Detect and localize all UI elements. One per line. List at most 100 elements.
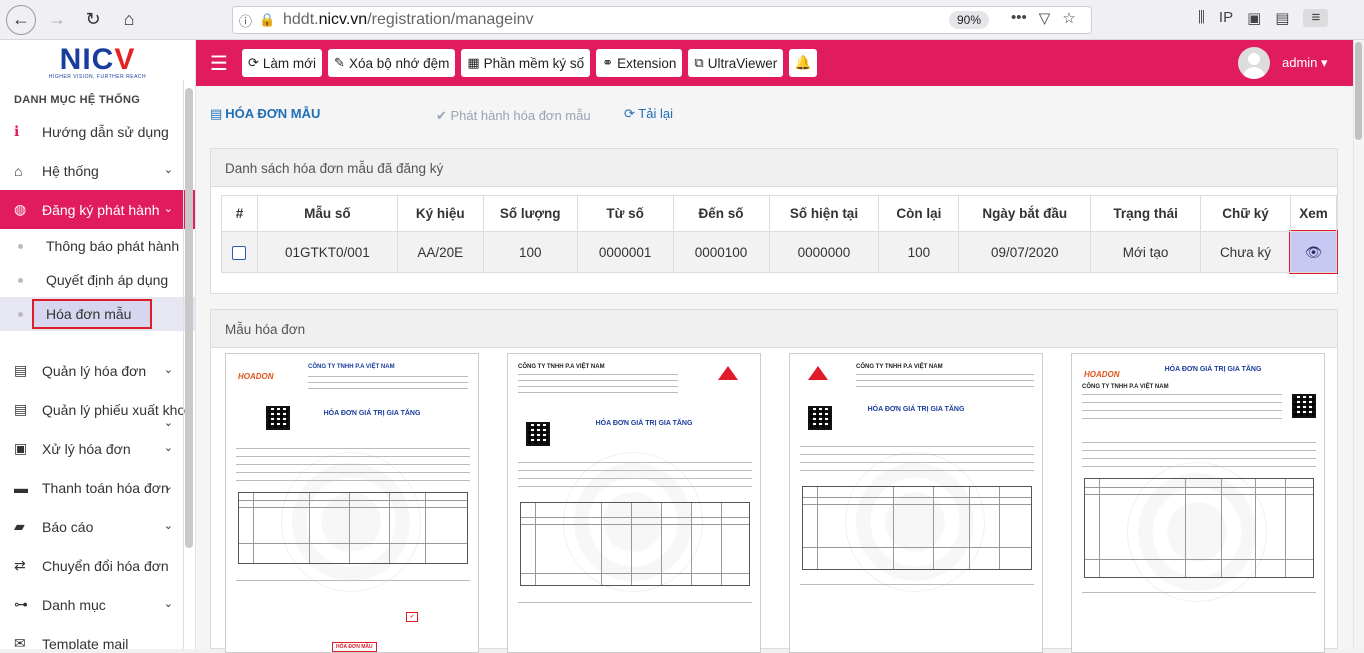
chevron-down-icon: ⌄ (163, 417, 173, 429)
cell-chu-ky: Chưa ký (1200, 231, 1291, 273)
cell-so-luong: 100 (482, 231, 578, 273)
cell-ky-hieu: AA/20E (396, 231, 484, 273)
chevron-down-icon: ⌄ (163, 520, 173, 532)
broom-icon: ✎ (334, 55, 345, 70)
col-header: Từ số (576, 195, 674, 232)
url-text: hddt.nicv.vn/registration/manageinv (283, 11, 534, 28)
bookmark-star-icon[interactable]: ☆ (1062, 9, 1075, 27)
row-checkbox[interactable] (232, 245, 247, 260)
avatar[interactable] (1238, 47, 1270, 79)
eye-icon[interactable]: 👁 (1288, 230, 1338, 274)
row-select[interactable] (221, 231, 258, 273)
user-menu[interactable]: admin ▾ (1282, 55, 1328, 71)
chevron-down-icon: ⌄ (163, 598, 173, 610)
cell-den-so: 0000100 (672, 231, 770, 273)
sidebar-title: DANH MỤC HỆ THỐNG (14, 94, 141, 106)
chevron-down-icon: ⌄ (163, 164, 173, 176)
top-navbar: ☰ ⟳ Làm mới ✎ Xóa bộ nhớ đệm ▦ Phần mềm ký … (196, 40, 1353, 86)
chevron-down-icon: ⌄ (163, 364, 173, 376)
bell-icon[interactable]: 🔔 (789, 49, 818, 77)
view-cell[interactable]: 👁 (1288, 230, 1338, 274)
logo[interactable]: NICV HIGHER VISION, FURTHER REACH (0, 40, 195, 86)
reload-button[interactable]: ↻ (78, 5, 108, 35)
ultraviewer-button[interactable]: ⧉ UltraViewer (688, 49, 784, 77)
pocket-icon[interactable]: ▽ (1039, 9, 1051, 27)
sidebar-item-invoice-management[interactable]: ▤ Quản lý hóa đơn ⌄ (0, 351, 195, 390)
chevron-down-icon: ⌄ (163, 442, 173, 454)
col-header: Ký hiệu (396, 195, 484, 232)
sidebar-scrollbar[interactable] (185, 88, 193, 548)
table-header-row: # Mẫu số Ký hiệu Số lượng Từ số Đến số S… (221, 195, 1338, 232)
col-header: Chữ ký (1200, 195, 1291, 232)
col-header: Mẫu số (256, 195, 398, 232)
sidebar-item-convert[interactable]: ⇄ Chuyển đổi hóa đơn (0, 546, 195, 585)
sidebar-item-processing[interactable]: ▣ Xử lý hóa đơn ⌄ (0, 429, 195, 468)
col-header: Trạng thái (1090, 195, 1202, 232)
sitemap-icon: ⊶ (14, 596, 28, 612)
library-icon[interactable]: ⫼ (1198, 9, 1205, 27)
remote-desktop-icon: ⧉ (694, 55, 704, 70)
col-header: Đến số (672, 195, 770, 232)
sidebar-item-guide[interactable]: ℹ Hướng dẫn sử dụng (0, 112, 195, 151)
cell-tu-so: 0000001 (576, 231, 674, 273)
chevron-down-icon: ⌄ (163, 203, 173, 215)
sidebar-subitem-notice[interactable]: Thông báo phát hành (0, 229, 195, 263)
panel-title: Mẫu hóa đơn (211, 310, 1337, 348)
hoadon-logo: HOADON (238, 372, 274, 381)
refresh-icon: ⟳ (624, 106, 635, 121)
clear-cache-button[interactable]: ✎ Xóa bộ nhớ đệm (328, 49, 456, 77)
hamburger-icon[interactable]: ☰ (196, 51, 242, 76)
info-icon[interactable]: ⓘ (239, 11, 259, 30)
sidebar-subitem-sample-invoice[interactable]: Hóa đơn mẫu (0, 297, 195, 331)
template-thumbnail-1[interactable]: HOADON CÔNG TY TNHH P.A VIỆT NAM HÓA ĐƠN… (225, 353, 479, 653)
sidebar: NICV HIGHER VISION, FURTHER REACH DANH M… (0, 40, 196, 649)
file-icon: ▤ (14, 401, 28, 417)
more-icon[interactable]: ••• (1011, 9, 1027, 27)
cell-con-lai: 100 (878, 231, 960, 273)
col-header: Số hiện tại (768, 195, 880, 232)
sidebar-item-system[interactable]: ⌂ Hệ thống ⌄ (0, 151, 195, 190)
forward-button[interactable]: → (42, 5, 72, 35)
reload-link[interactable]: ⟳ Tải lại (624, 106, 673, 122)
menu-icon[interactable]: ≡ (1303, 9, 1329, 27)
registered-panel: Danh sách hóa đơn mẫu đã đăng ký # Mẫu s… (210, 148, 1338, 294)
info-icon: ℹ (14, 123, 20, 139)
issue-sample-button[interactable]: ✔ Phát hành hóa đơn mẫu (436, 108, 591, 124)
chevron-down-icon: ⌄ (163, 481, 173, 493)
signature-valid-stamp: ✔ (406, 612, 419, 622)
template-thumbnail-4[interactable]: HOADON HÓA ĐƠN GIÁ TRỊ GIA TĂNG CÔNG TY … (1071, 353, 1325, 653)
template-thumbnail-3[interactable]: CÔNG TY TNHH P.A VIỆT NAM HÓA ĐƠN GIÁ TR… (789, 353, 1043, 653)
sidebar-toggle-icon[interactable]: ▣ (1247, 9, 1261, 27)
handshake-icon: ⚭ (602, 55, 614, 70)
cell-ngay-bat-dau: 09/07/2020 (958, 231, 1092, 273)
sidebar-item-registration[interactable]: ◍ Đăng ký phát hành ⌄ (0, 190, 195, 229)
sidebar-item-catalog[interactable]: ⊶ Danh mục ⌄ (0, 585, 195, 624)
templates-panel: Mẫu hóa đơn HOADON CÔNG TY TNHH P.A VIỆT… (210, 309, 1338, 653)
extension-button[interactable]: ⚭ Extension (596, 49, 683, 77)
registered-table: # Mẫu số Ký hiệu Số lượng Từ số Đến số S… (221, 195, 1338, 274)
sidebar-item-reports[interactable]: ▰ Báo cáo ⌄ (0, 507, 195, 546)
sidebar-item-template-mail[interactable]: ✉ Template mail (0, 624, 195, 649)
refresh-button[interactable]: ⟳ Làm mới (242, 49, 323, 77)
zoom-badge[interactable]: 90% (949, 11, 990, 29)
template-thumbnail-2[interactable]: CÔNG TY TNHH P.A VIỆT NAM HÓA ĐƠN GIÁ TR… (507, 353, 761, 653)
ip-icon[interactable]: IP (1219, 9, 1233, 27)
exchange-icon: ⇄ (14, 557, 26, 573)
sidebar-item-payment[interactable]: ▬ Thanh toán hóa đơn ⌄ (0, 468, 195, 507)
qr-code-icon (1292, 394, 1316, 418)
col-header: Còn lại (878, 195, 960, 232)
cell-mau-so: 01GTKT0/001 (256, 231, 398, 273)
credit-card-icon: ▬ (14, 479, 28, 496)
home-icon[interactable]: ⌂ (114, 5, 144, 35)
page-scrollbar-thumb[interactable] (1355, 42, 1362, 140)
mail-icon: ✉ (14, 635, 26, 649)
address-bar[interactable]: ⓘ 🔒 hddt.nicv.vn/registration/manageinv … (232, 6, 1092, 34)
col-header: # (221, 195, 258, 232)
reader-icon[interactable]: ▤ (1275, 9, 1289, 27)
panel-title: Danh sách hóa đơn mẫu đã đăng ký (211, 149, 1337, 187)
sign-software-button[interactable]: ▦ Phần mềm ký số (461, 49, 591, 77)
back-button[interactable]: ← (6, 4, 36, 35)
main-content: ▤ HÓA ĐƠN MẪU ✔ Phát hành hóa đơn mẫu ⟳ T… (196, 86, 1353, 653)
sidebar-subitem-decision[interactable]: Quyết định áp dụng (0, 263, 195, 297)
sidebar-item-warehouse[interactable]: ▤ Quản lý phiếu xuất kho ⌄ (0, 390, 195, 429)
